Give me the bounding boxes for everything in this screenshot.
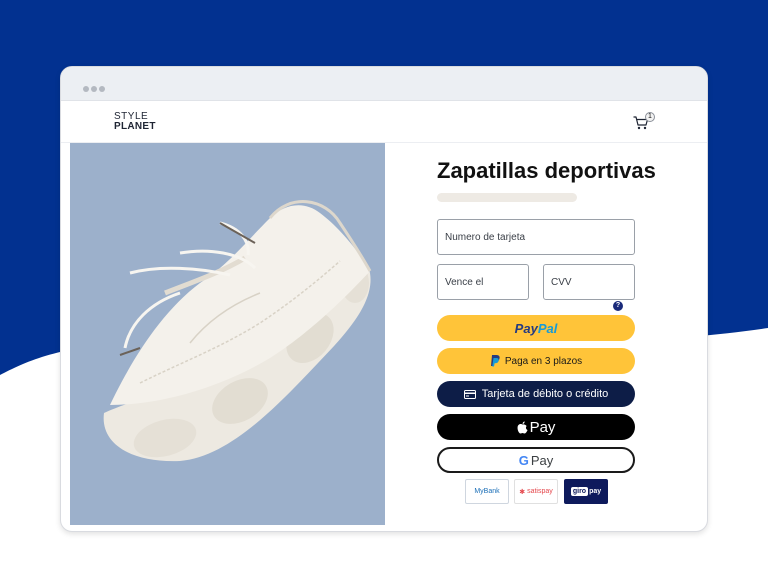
paypal-icon [490,355,500,367]
product-image [70,143,385,525]
mybank-option[interactable]: MyBank [465,479,509,504]
mybank-label: MyBank [474,488,500,495]
card-number-input[interactable] [437,219,635,255]
satispay-option[interactable]: ✱ satispay [514,479,558,504]
browser-toolbar [61,67,707,101]
apple-pay-label: Pay [529,418,556,436]
cart-button[interactable]: 1 [633,112,655,133]
google-g-icon: G [518,452,529,468]
giropay-label-part2: pay [589,488,602,495]
satispay-icon: ✱ [519,488,526,496]
expiry-input[interactable] [437,264,529,300]
paypal-logo: PayPal [514,320,558,336]
price-placeholder [437,193,577,202]
style-planet-logo[interactable]: STYLE PLANET [114,112,156,132]
debit-credit-card-button[interactable]: Tarjeta de débito o crédito [437,381,635,407]
google-pay-button[interactable]: G Pay [437,447,635,473]
window-dot-icon [99,86,105,92]
site-header: STYLE PLANET 1 [61,101,707,143]
pay-later-button[interactable]: Paga en 3 plazos [437,348,635,374]
logo-line-2: PLANET [114,121,156,132]
credit-card-icon [463,389,476,399]
satispay-label: satispay [527,488,553,495]
card-button-label: Tarjeta de débito o crédito [481,388,609,400]
cvv-input[interactable] [543,264,635,300]
apple-pay-button[interactable]: Pay [437,414,635,440]
sneaker-image [103,200,372,462]
apple-icon [517,420,528,433]
google-pay-label: Pay [530,452,554,468]
checkout-panel: Zapatillas deportivas ? PayPal Paga en 3… [385,143,707,531]
giropay-option[interactable]: giro pay [564,479,608,504]
window-dot-icon [83,86,89,92]
browser-window: STYLE PLANET 1 Zapatillas deportivas Num… [60,66,708,532]
giropay-label-part1: giro [570,487,589,496]
question-icon[interactable]: ? [613,301,623,311]
cart-count-badge: 1 [645,112,655,122]
window-dot-icon [91,86,97,92]
pay-later-label: Paga en 3 plazos [504,355,583,367]
product-title: Zapatillas deportivas [437,158,656,183]
paypal-button[interactable]: PayPal [437,315,635,341]
